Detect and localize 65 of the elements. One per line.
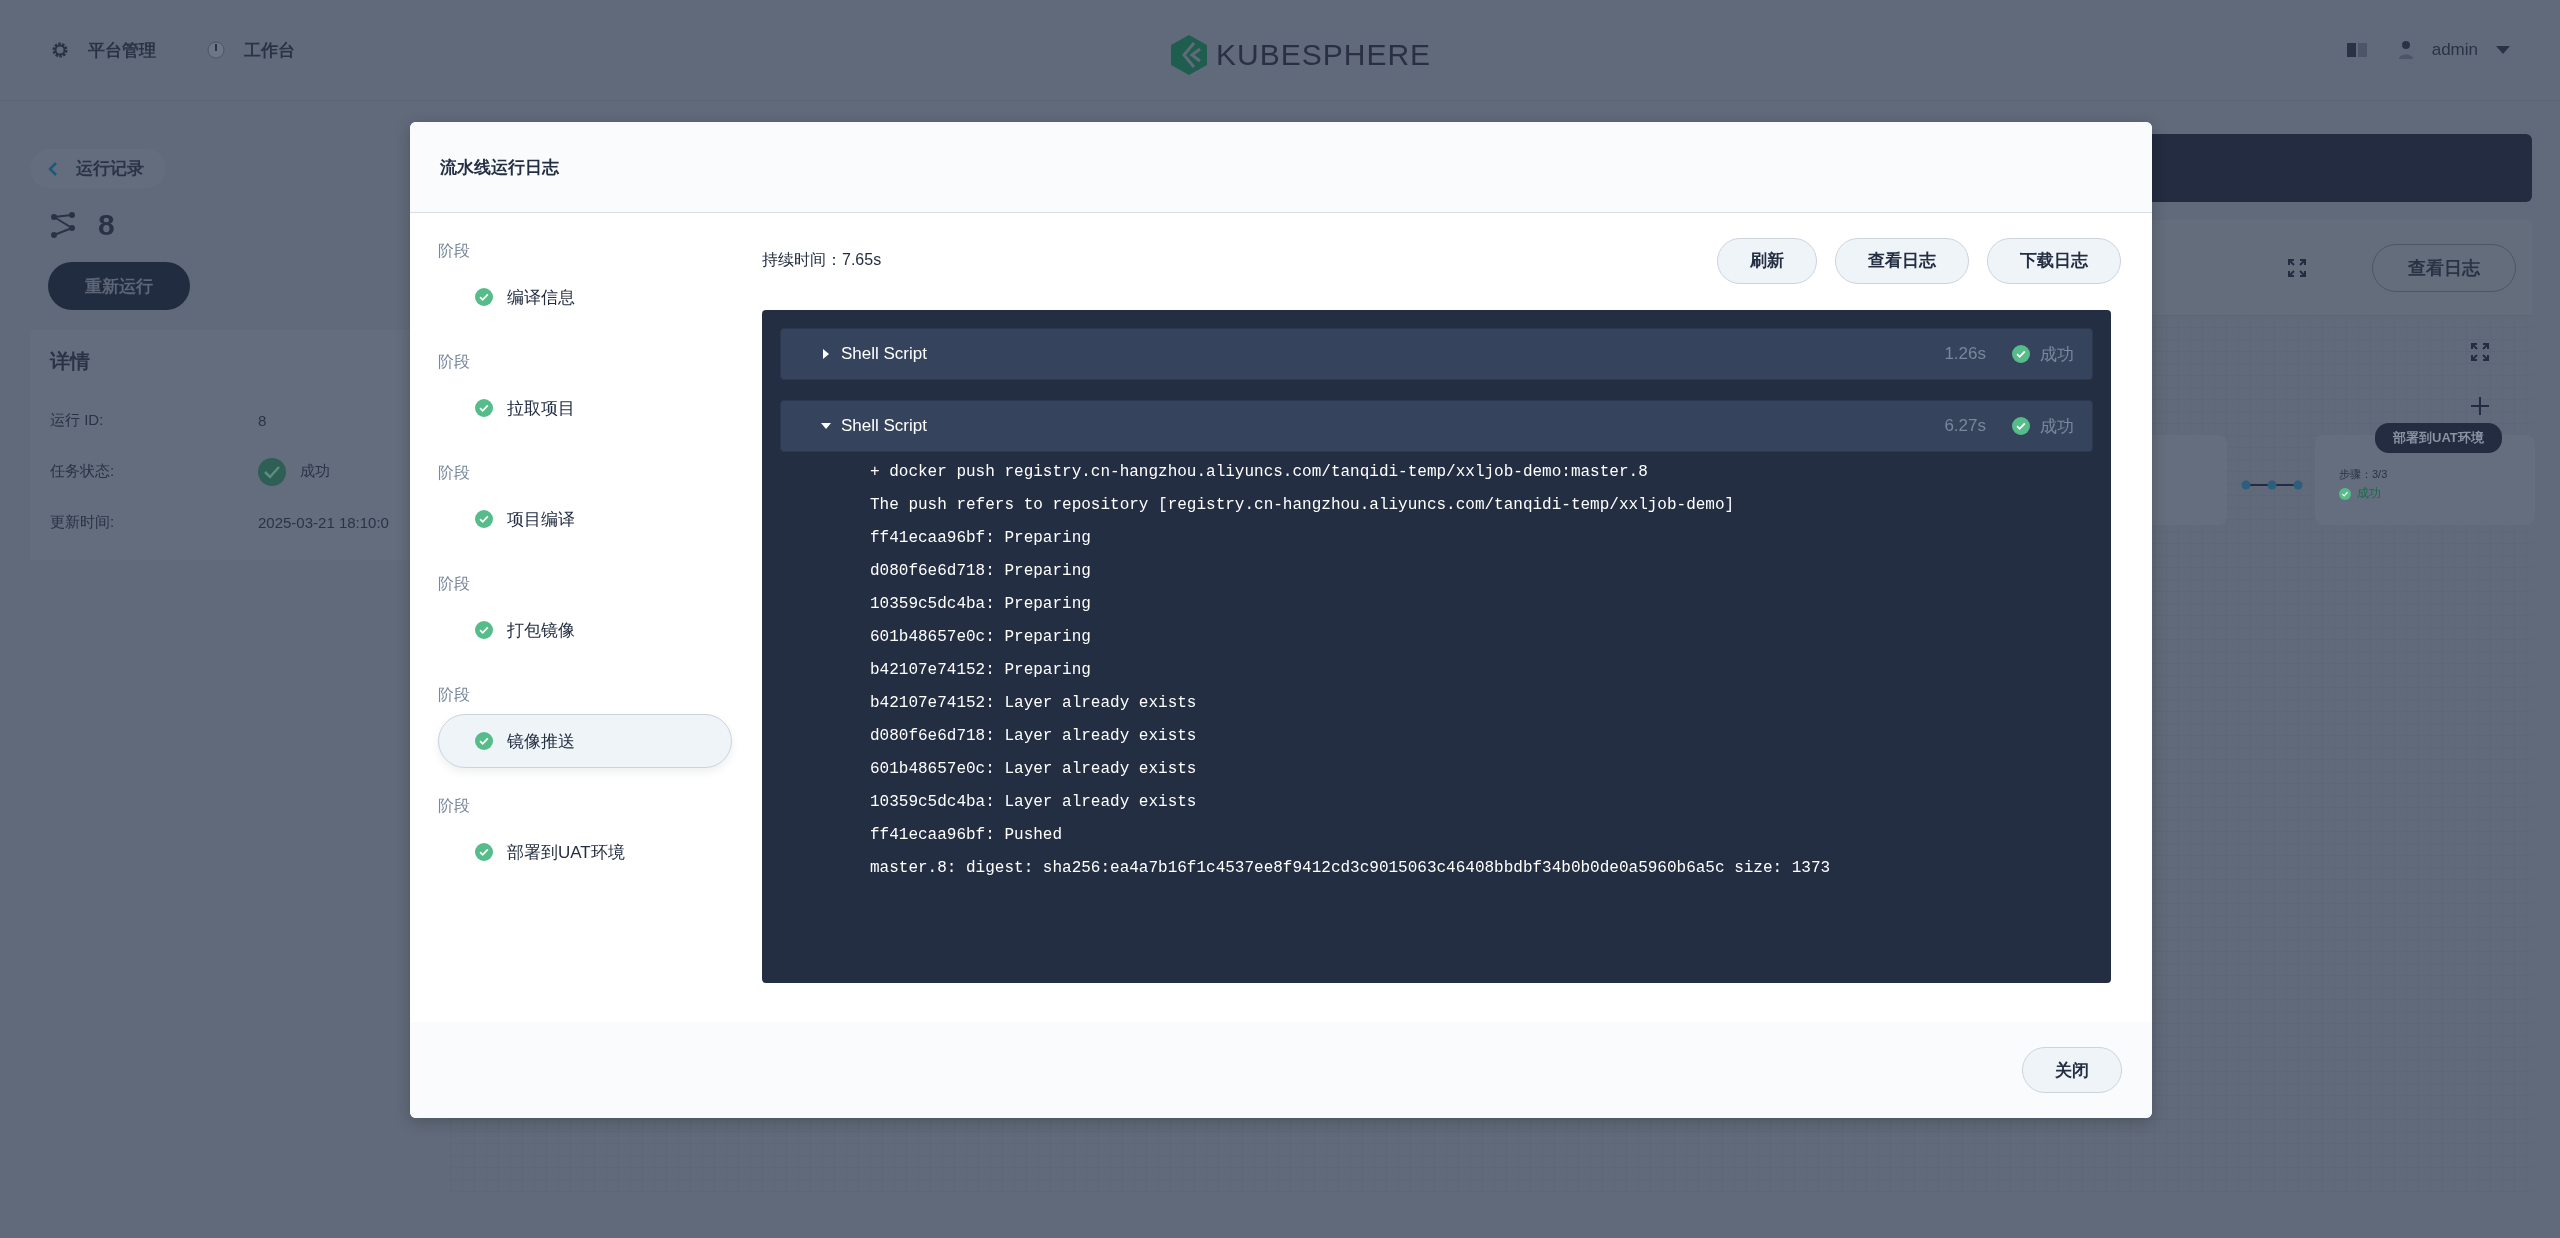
field-label: 任务状态: [50,462,116,481]
stage-heading: 阶段 [438,685,470,705]
stage-item[interactable]: 打包镜像 [438,603,732,657]
dialog-title: 流水线运行日志 [440,156,559,179]
check-icon [2339,487,2351,500]
fullscreen-icon[interactable] [2288,258,2306,277]
stage-item[interactable]: 拉取项目 [438,381,732,435]
field-value: 8 [258,412,267,429]
check-icon [475,621,493,639]
hexagon-logo-icon [1170,34,1208,76]
stage-heading: 阶段 [438,796,470,816]
pipeline-icon [50,211,76,239]
close-button[interactable]: 关闭 [2022,1047,2122,1093]
check-icon [2012,345,2030,363]
status-text: 成功 [2357,485,2381,502]
field-label: 更新时间: [50,513,116,532]
field-label: 运行 ID: [50,411,105,430]
log-line: + docker push registry.cn-hangzhou.aliyuncs.com/tanqidi-temp/xxljob-demo:master.8 [870,462,1649,483]
check-icon [258,457,286,486]
caret-icon [2496,46,2510,54]
gear-icon [50,40,70,60]
step-header[interactable]: Shell Script 6.27s 成功 [780,400,2093,452]
log-line: d080f6e6d718: Preparing [870,561,1092,582]
connector-drawing [2241,479,2303,491]
stage-heading: 阶段 [438,463,470,483]
book-icon[interactable] [2345,42,2368,58]
log-line: d080f6e6d718: Layer already exists [870,726,1198,747]
chevron-left-icon [48,160,58,177]
details-title: 详情 [50,349,91,374]
check-icon [475,843,493,861]
log-line: The push refers to repository [registry.cn-hangzhou.aliyuncs.com/tanqidi-temp/xxljob-demo] [870,495,1736,516]
stage-item[interactable]: 部署到UAT环境 [438,825,732,879]
check-icon [2012,417,2030,435]
check-icon [475,288,493,306]
gauge-icon [206,40,226,60]
stage-item[interactable]: 镜像推送 [438,714,732,768]
field-value: 成功 [300,462,330,481]
action-button[interactable]: 下载日志 [1987,237,2121,284]
fullscreen-icon[interactable] [2471,343,2489,361]
action-button[interactable]: 查看日志 [1835,237,1969,284]
logo-text: KUBESPHERE [1216,38,1432,72]
log-line: 10359c5dc4ba: Preparing [870,594,1092,615]
log-line: b42107e74152: Layer already exists [870,693,1198,714]
step-header[interactable]: Shell Script 1.26s 成功 [780,328,2093,380]
log-line: b42107e74152: Preparing [870,660,1092,681]
check-icon [475,399,493,417]
stage-heading: 阶段 [438,574,470,594]
field-value: 2025-03-21 18:10:0 [258,514,389,531]
log-line: ff41ecaa96bf: Pushed [870,825,1064,846]
log-line: 10359c5dc4ba: Layer already exists [870,792,1198,813]
user-icon [2397,40,2414,60]
log-line: ff41ecaa96bf: Preparing [870,528,1092,549]
log-line: master.8: digest: sha256:ea4a7b16f1c4537ee8f9412cd3c9015063c46408bbdbf34b0b0de0a5960b6a5c size: 1373 [870,858,1832,879]
stage-item[interactable]: 编译信息 [438,270,732,324]
duration-text: 持续时间：7.65s [762,250,882,270]
stage-heading: 阶段 [438,352,470,372]
stage-tag: 部署到UAT环境 [2375,423,2502,453]
check-icon [475,510,493,528]
check-icon [475,732,493,750]
stage-item[interactable]: 项目编译 [438,492,732,546]
log-line: 601b48657e0c: Preparing [870,627,1092,648]
action-button[interactable]: 刷新 [1717,237,1817,284]
log-line: 601b48657e0c: Layer already exists [870,759,1198,780]
stage-heading: 阶段 [438,241,470,261]
plus-icon[interactable] [2471,397,2489,415]
